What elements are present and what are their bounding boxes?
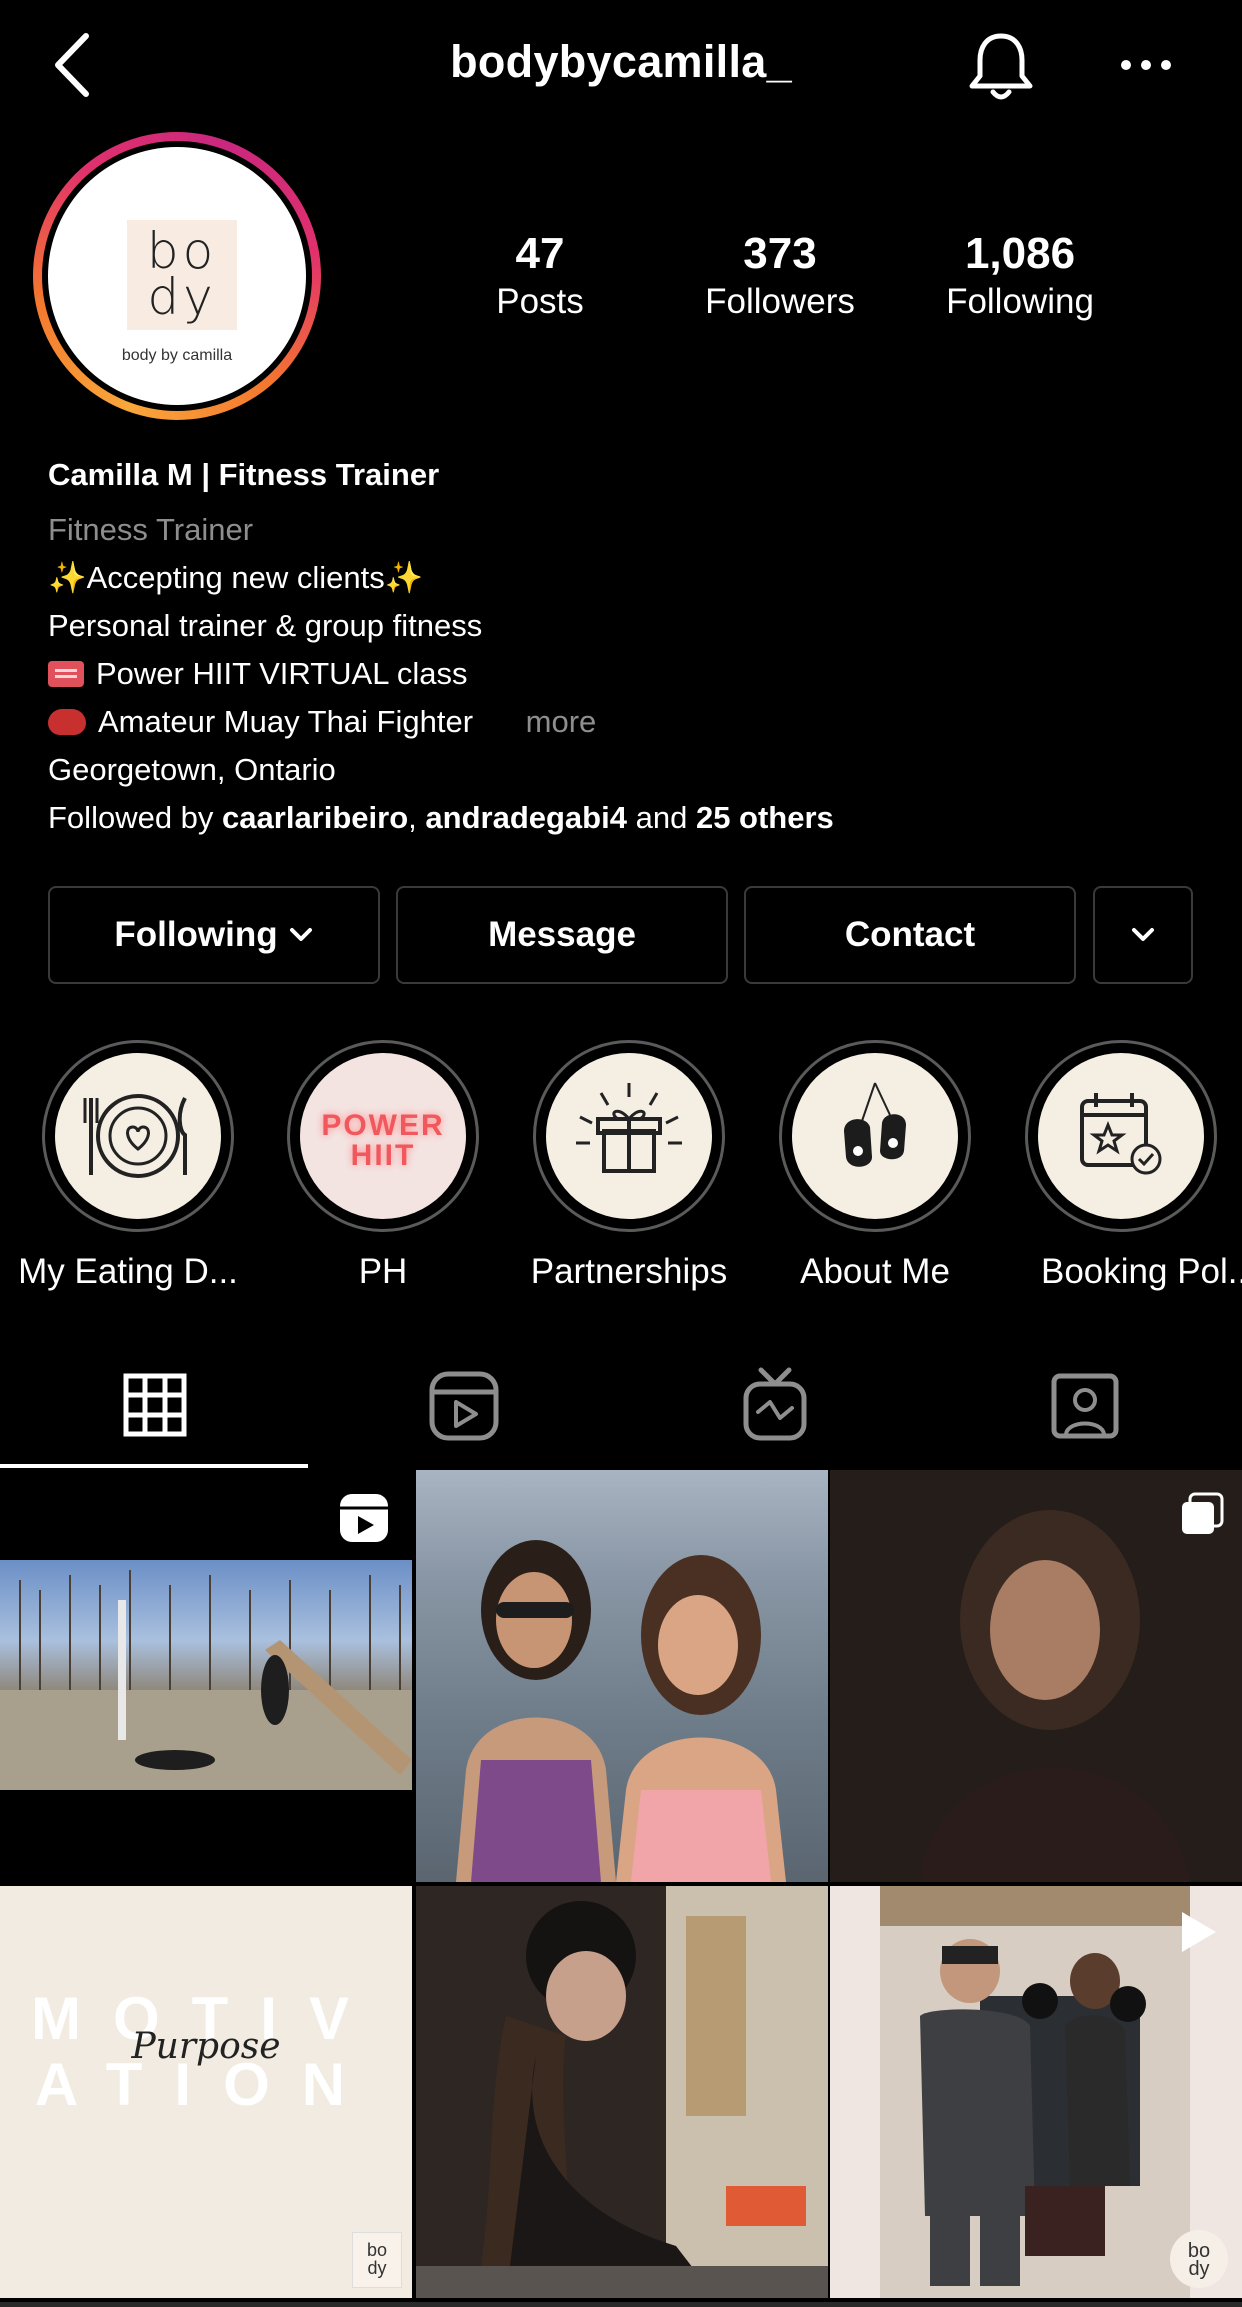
highlight-art-text: POWER (321, 1109, 445, 1142)
highlight-my-eating[interactable]: My Eating D... (18, 1040, 238, 1292)
reels-icon (429, 1371, 499, 1441)
brand-watermark: bo dy (1170, 2230, 1228, 2288)
highlight-art-text: HIIT (350, 1139, 416, 1172)
active-tab-indicator (0, 1464, 308, 1468)
post-script-text: Purpose (131, 2026, 281, 2067)
bio-line-2: Personal trainer & group fitness (48, 608, 483, 643)
highlight-cover (792, 1053, 958, 1219)
post-image (0, 1560, 412, 1790)
reel-indicator-icon (340, 1494, 388, 1542)
avatar-image: bo dy body by camilla (48, 147, 306, 405)
mutual-followers-others-link[interactable]: 25 others (696, 800, 834, 835)
profile-category: Fitness Trainer (48, 512, 254, 547)
grid-post[interactable] (416, 1470, 828, 1882)
boxing-glove-icon (48, 709, 86, 735)
bio-line-4: Amateur Muay Thai Fighter more (48, 702, 596, 742)
profile-avatar[interactable]: bo dy body by camilla (33, 132, 321, 420)
grid-post[interactable] (416, 1886, 828, 2298)
bio-line-1: ✨Accepting new clients✨ (48, 560, 424, 595)
grid-post[interactable] (0, 1470, 412, 1882)
highlight-label: My Eating D... (18, 1252, 238, 1291)
tab-tagged[interactable] (930, 1338, 1240, 1468)
following-button[interactable]: Following (48, 886, 380, 984)
more-horizontal-icon (1121, 60, 1171, 70)
video-indicator-icon (1182, 1912, 1216, 1952)
highlight-cover (55, 1053, 221, 1219)
profile-display-name: Camilla M | Fitness Trainer (48, 457, 440, 492)
message-button[interactable]: Message (396, 886, 728, 984)
next-row-peek (0, 2302, 1242, 2307)
carousel-indicator-icon (1182, 1492, 1224, 1534)
highlight-label: Partnerships (530, 1252, 728, 1291)
ticket-icon (48, 661, 84, 687)
following-count: 1,086 (964, 229, 1076, 278)
highlight-ph[interactable]: POWER HIIT PH (283, 1040, 483, 1292)
posts-stat[interactable]: 47 Posts (440, 228, 640, 324)
mutual-follower-link[interactable]: andradegabi4 (425, 800, 627, 835)
tab-posts-grid[interactable] (0, 1338, 310, 1468)
followers-label: Followers (705, 282, 855, 321)
followers-count: 373 (743, 229, 817, 278)
highlight-partnerships[interactable]: Partnerships (529, 1040, 729, 1292)
followed-by: Followed by caarlaribeiro, andradegabi4 … (48, 800, 834, 835)
chevron-down-icon (1132, 928, 1154, 941)
highlight-booking-policy[interactable]: Booking Pol... (1021, 1040, 1242, 1292)
more-options-button[interactable] (1118, 50, 1174, 80)
plate-cutlery-icon (83, 1094, 187, 1178)
followers-stat[interactable]: 373 Followers (680, 228, 880, 324)
bio-location: Georgetown, Ontario (48, 752, 336, 787)
sparkles-icon: ✨ (384, 560, 424, 595)
grid-icon (123, 1373, 187, 1437)
gift-icon (576, 1083, 682, 1173)
highlight-about-me[interactable]: About Me (775, 1040, 975, 1292)
bio-more-link[interactable]: more (526, 704, 597, 739)
brand-watermark: bo dy (352, 2232, 402, 2288)
tab-reels[interactable] (310, 1338, 620, 1468)
bio-line-3: Power HIIT VIRTUAL class (48, 654, 468, 694)
bell-icon (969, 33, 1033, 100)
post-image (416, 1886, 828, 2298)
profile-username: bodybycamilla_ (450, 36, 792, 87)
logo-text: bo dy (146, 222, 218, 326)
following-stat[interactable]: 1,086 Following (920, 228, 1120, 324)
highlight-cover (546, 1053, 712, 1219)
posts-label: Posts (496, 282, 584, 321)
suggested-accounts-button[interactable] (1093, 886, 1193, 984)
highlight-label: PH (358, 1252, 408, 1291)
grid-post[interactable]: bo dy (830, 1886, 1242, 2298)
mutual-follower-link[interactable]: caarlaribeiro (222, 800, 408, 835)
contact-button[interactable]: Contact (744, 886, 1076, 984)
tab-igtv[interactable] (620, 1338, 930, 1468)
calendar-check-icon (1080, 1093, 1162, 1175)
post-image (456, 1540, 786, 1882)
chevron-down-icon (289, 928, 312, 941)
highlight-cover: POWER HIIT (300, 1053, 466, 1219)
boxing-gloves-icon (844, 1082, 906, 1167)
igtv-icon (743, 1367, 807, 1441)
tagged-icon (1051, 1373, 1119, 1439)
grid-post[interactable]: MOTIV ATION Purpose bo dy (0, 1886, 412, 2298)
posts-count: 47 (515, 229, 565, 278)
grid-post[interactable] (830, 1470, 1242, 1882)
logo-caption: body by camilla (121, 347, 233, 364)
highlight-label: About Me (800, 1252, 950, 1291)
highlight-label: Booking Pol... (1041, 1252, 1242, 1291)
following-label: Following (946, 282, 1094, 321)
highlight-cover (1038, 1053, 1204, 1219)
notifications-button[interactable] (968, 30, 1034, 102)
sparkles-icon: ✨ (48, 560, 87, 595)
top-nav-bar: bodybycamilla_ (0, 0, 1242, 130)
brand-logo: bo dy (127, 220, 237, 330)
